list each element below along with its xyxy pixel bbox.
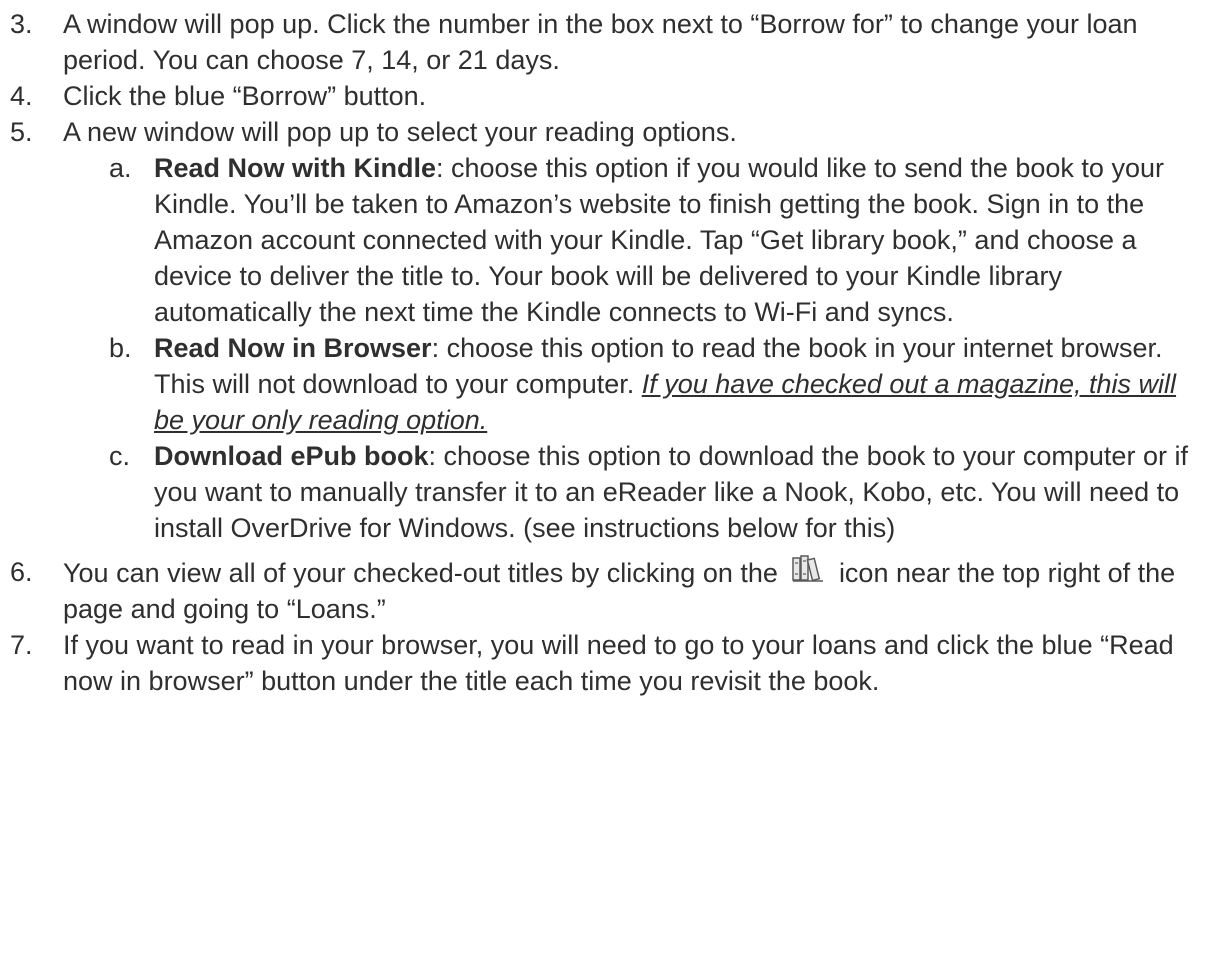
- step-5: 5. A new window will pop up to select yo…: [0, 114, 1205, 546]
- step-text: A window will pop up. Click the number i…: [63, 9, 1138, 75]
- step-number: 5.: [10, 117, 33, 147]
- step-text: A new window will pop up to select your …: [63, 117, 737, 147]
- step-text: If you want to read in your browser, you…: [63, 630, 1174, 696]
- step-number: 4.: [10, 81, 33, 111]
- option-kindle: a. Read Now with Kindle: choose this opt…: [0, 150, 1205, 330]
- option-title: Read Now with Kindle: [154, 153, 437, 183]
- step-number: 3.: [10, 9, 33, 39]
- step-number: 6.: [10, 557, 33, 587]
- option-letter: a.: [109, 153, 132, 183]
- step-text-before: You can view all of your checked-out tit…: [63, 558, 778, 588]
- option-letter: b.: [109, 333, 132, 363]
- step-text: Click the blue “Borrow” button.: [63, 81, 427, 111]
- option-epub: c. Download ePub book: choose this optio…: [0, 438, 1205, 546]
- reading-options-list: a. Read Now with Kindle: choose this opt…: [63, 150, 1205, 546]
- step-7: 7. If you want to read in your browser, …: [0, 627, 1205, 699]
- option-browser: b. Read Now in Browser: choose this opti…: [0, 330, 1205, 438]
- step-6: 6. You can view all of your checked-out …: [0, 554, 1205, 627]
- instructions-document: 3. A window will pop up. Click the numbe…: [0, 0, 1205, 980]
- option-title: Download ePub book: [154, 441, 429, 471]
- option-title: Read Now in Browser: [154, 333, 432, 363]
- step-3: 3. A window will pop up. Click the numbe…: [0, 6, 1205, 78]
- step-number: 7.: [10, 630, 33, 660]
- step-4: 4. Click the blue “Borrow” button.: [0, 78, 1205, 114]
- option-letter: c.: [109, 441, 131, 471]
- library-shelf-icon: [791, 554, 825, 584]
